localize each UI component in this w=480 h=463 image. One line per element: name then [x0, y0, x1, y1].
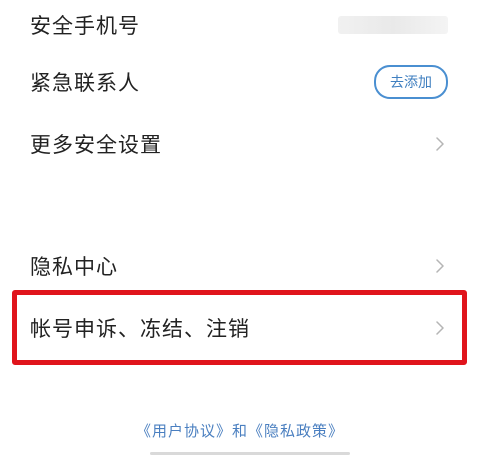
safety-phone-row[interactable]: 安全手机号	[0, 0, 480, 50]
more-security-settings-label: 更多安全设置	[30, 133, 162, 157]
safety-phone-label: 安全手机号	[30, 14, 140, 38]
privacy-center-row[interactable]: 隐私中心	[0, 241, 480, 291]
chevron-right-icon	[432, 256, 448, 276]
home-indicator	[150, 452, 350, 455]
safety-phone-value-masked	[338, 16, 448, 34]
chevron-right-icon	[432, 134, 448, 154]
user-agreement-privacy-policy-link[interactable]: 《用户协议》和《隐私政策》	[0, 420, 480, 441]
add-emergency-contact-button[interactable]: 去添加	[374, 65, 448, 99]
highlight-annotation-box	[12, 290, 467, 365]
privacy-center-label: 隐私中心	[30, 255, 118, 279]
emergency-contact-row[interactable]: 紧急联系人 去添加	[0, 57, 480, 107]
more-security-settings-row[interactable]: 更多安全设置	[0, 119, 480, 169]
emergency-contact-label: 紧急联系人	[30, 71, 140, 95]
